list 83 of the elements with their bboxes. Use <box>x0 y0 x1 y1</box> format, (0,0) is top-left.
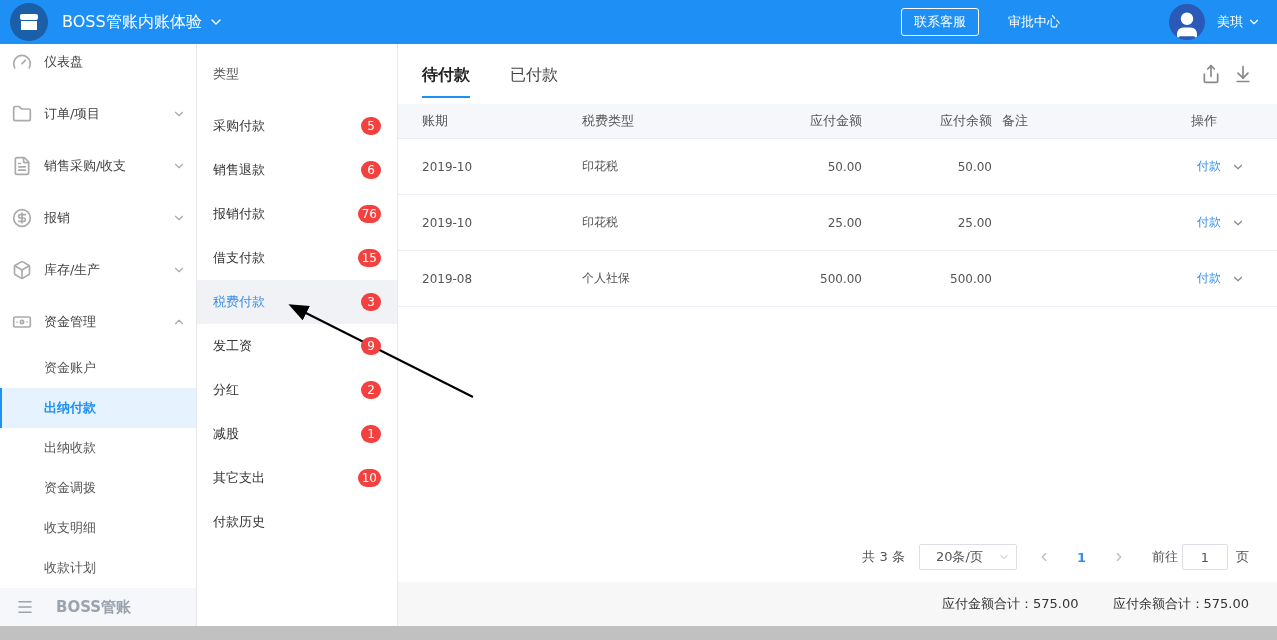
type-label: 借支付款 <box>213 249 265 267</box>
pay-dropdown[interactable]: 付款 <box>1197 214 1245 231</box>
table-cell-text: 印花税 <box>582 158 619 175</box>
horizontal-scrollbar[interactable] <box>0 626 1277 640</box>
column-header: 备注 <box>1002 112 1029 130</box>
type-label: 分红 <box>213 381 239 399</box>
table-cell-text: 500.00 <box>819 271 863 286</box>
submenu-item[interactable]: 收款计划 <box>0 548 196 588</box>
type-item[interactable]: 付款历史 <box>197 500 397 544</box>
table-cell-text: 50.00 <box>956 159 993 174</box>
type-item[interactable]: 分红 2 <box>197 368 397 412</box>
type-label: 销售退款 <box>213 161 265 179</box>
count-badge: 9 <box>361 337 381 355</box>
store-logo-icon <box>10 3 48 41</box>
count-badge: 3 <box>361 293 381 311</box>
sidebar-item[interactable]: 报销 <box>0 192 196 244</box>
footer-brand: BOSS管账 <box>56 597 132 617</box>
type-item[interactable]: 税费付款 3 <box>197 280 397 324</box>
type-label: 报销付款 <box>213 205 265 223</box>
menu-item-icon <box>12 52 32 72</box>
count-badge: 76 <box>357 205 381 223</box>
menu-item-icon <box>12 104 32 124</box>
table-cell-text: 500.00 <box>949 271 993 286</box>
tab[interactable]: 待付款 <box>422 50 470 98</box>
pay-dropdown[interactable]: 付款 <box>1197 158 1245 175</box>
type-label: 其它支出 <box>213 469 265 487</box>
total-text: 应付余额合计：575.00 <box>1112 595 1249 613</box>
column-header: 应付余额 <box>939 112 993 130</box>
table-cell-text: 2019-10 <box>422 159 474 174</box>
table-cell-text: 25.00 <box>956 215 993 230</box>
menu-item-icon <box>12 156 32 176</box>
submenu-item[interactable]: 收支明细 <box>0 508 196 548</box>
count-badge: 2 <box>361 381 381 399</box>
table-cell-text: 50.00 <box>826 159 863 174</box>
tab[interactable]: 已付款 <box>510 50 558 98</box>
count-badge: 6 <box>361 161 381 179</box>
count-badge: 1 <box>361 425 381 443</box>
count-badge: 10 <box>357 469 381 487</box>
type-label: 采购付款 <box>213 117 265 135</box>
column-header: 税费类型 <box>582 112 635 130</box>
table-cell-text: 25.00 <box>826 215 863 230</box>
goto-page-field[interactable]: 1 <box>1182 544 1228 570</box>
column-header: 应付金额 <box>809 112 863 130</box>
collapse-menu-icon <box>16 598 34 616</box>
type-label: 发工资 <box>213 337 252 355</box>
type-item[interactable]: 报销付款 76 <box>197 192 397 236</box>
type-item[interactable]: 发工资 9 <box>197 324 397 368</box>
type-label: 付款历史 <box>213 513 265 531</box>
submenu-item[interactable]: 资金调拨 <box>0 468 196 508</box>
page-label: 页 <box>1236 548 1249 566</box>
avatar-icon[interactable] <box>1169 4 1205 40</box>
submenu-item[interactable]: 出纳收款 <box>0 428 196 468</box>
table-cell-text: 2019-10 <box>422 215 474 230</box>
type-label: 减股 <box>213 425 239 443</box>
menu-item-icon <box>12 208 32 228</box>
table-cell-text: 2019-08 <box>422 271 474 286</box>
total-text: 应付金额合计：575.00 <box>942 595 1079 613</box>
pay-dropdown[interactable]: 付款 <box>1197 270 1245 287</box>
type-item[interactable]: 减股 1 <box>197 412 397 456</box>
sidebar-item[interactable]: 仪表盘 <box>0 44 196 88</box>
goto-label: 前往 <box>1152 548 1178 566</box>
sidebar-item[interactable]: 库存/生产 <box>0 244 196 296</box>
submenu-item[interactable]: 资金账户 <box>0 348 196 388</box>
count-badge: 5 <box>361 117 381 135</box>
type-item[interactable]: 其它支出 10 <box>197 456 397 500</box>
table-cell-text: 印花税 <box>582 214 619 231</box>
type-heading: 类型 <box>212 65 240 83</box>
menu-item-icon <box>12 260 32 280</box>
export-icon <box>1201 64 1221 84</box>
type-item[interactable]: 销售退款 6 <box>197 148 397 192</box>
column-header: 操作 <box>1191 112 1217 130</box>
table-cell-text: 个人社保 <box>582 270 631 287</box>
sidebar-item[interactable]: 资金管理 <box>0 296 196 348</box>
type-item[interactable]: 采购付款 5 <box>197 104 397 148</box>
total-count: 共 3 条 <box>862 548 905 566</box>
sidebar-item[interactable]: 订单/项目 <box>0 88 196 140</box>
count-badge: 15 <box>357 249 381 267</box>
download-icon <box>1233 64 1253 84</box>
sidebar-item[interactable]: 销售采购/收支 <box>0 140 196 192</box>
type-label: 税费付款 <box>213 293 265 311</box>
column-header: 账期 <box>422 112 449 130</box>
page-size-select[interactable]: 20条/页 <box>918 544 1017 570</box>
type-item[interactable]: 借支付款 15 <box>197 236 397 280</box>
